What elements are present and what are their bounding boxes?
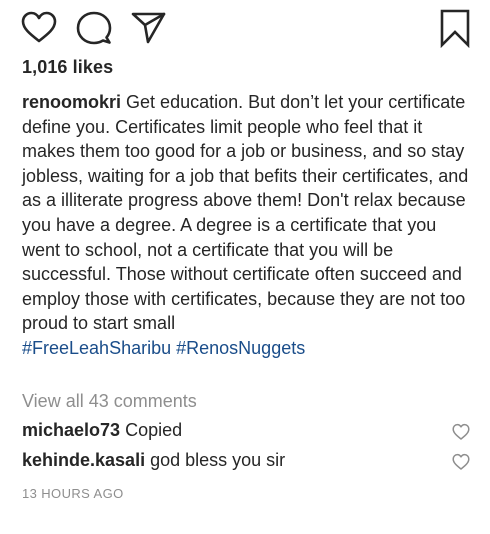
comment-username[interactable]: michaelo73 bbox=[22, 420, 120, 440]
hashtag-link[interactable]: #FreeLeahSharibu bbox=[22, 338, 171, 358]
likes-count[interactable]: 1,016 likes bbox=[22, 57, 113, 78]
save-button[interactable] bbox=[436, 8, 474, 48]
small-heart-icon bbox=[452, 423, 470, 440]
small-heart-icon bbox=[452, 453, 470, 470]
comment-row: michaelo73 Copied bbox=[22, 420, 470, 446]
instagram-post-footer: 1,016 likes renoomokri Get education. Bu… bbox=[0, 0, 490, 534]
speech-bubble-icon bbox=[76, 11, 112, 45]
comment-text: Copied bbox=[125, 420, 183, 440]
post-timestamp: 13 HOURS AGO bbox=[22, 486, 124, 501]
caption-hashtags: #FreeLeahSharibu #RenosNuggets bbox=[22, 336, 470, 361]
caption-text: Get education. But don’t let your certif… bbox=[22, 92, 469, 334]
hashtag-link[interactable]: #RenosNuggets bbox=[176, 338, 305, 358]
comment-like-button[interactable] bbox=[452, 453, 470, 471]
paper-plane-icon bbox=[131, 12, 166, 44]
heart-outline-icon bbox=[21, 11, 57, 43]
comment-row: kehinde.kasali god bless you sir bbox=[22, 450, 470, 476]
view-all-comments-link[interactable]: View all 43 comments bbox=[22, 391, 197, 412]
comment-button[interactable] bbox=[75, 10, 113, 46]
caption-username[interactable]: renoomokri bbox=[22, 92, 121, 112]
comment-username[interactable]: kehinde.kasali bbox=[22, 450, 145, 470]
post-caption: renoomokri Get education. But don’t let … bbox=[22, 90, 470, 361]
comment-text: god bless you sir bbox=[150, 450, 286, 470]
like-button[interactable] bbox=[20, 10, 58, 46]
post-action-bar bbox=[0, 0, 490, 56]
comment-like-button[interactable] bbox=[452, 423, 470, 441]
bookmark-icon bbox=[440, 9, 470, 48]
share-button[interactable] bbox=[130, 10, 168, 46]
